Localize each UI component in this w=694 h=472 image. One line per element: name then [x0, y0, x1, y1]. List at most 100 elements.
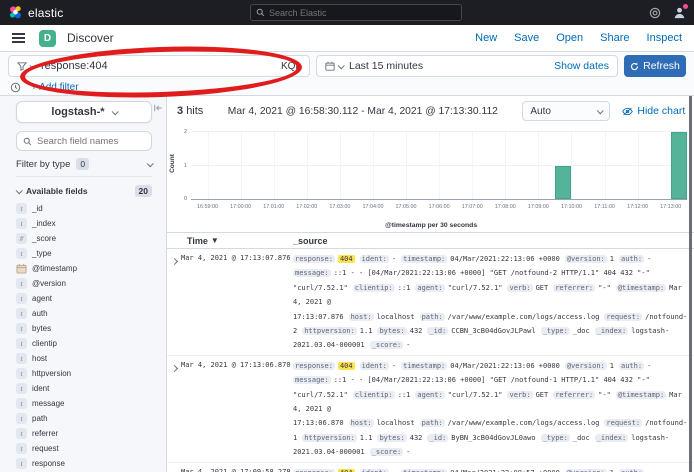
source-field-name: _id:: [427, 434, 448, 442]
field-search-input[interactable]: [37, 136, 145, 147]
source-field-name: referrer:: [553, 391, 595, 399]
filter-by-type[interactable]: Filter by type 0: [16, 158, 152, 177]
field-item-agent[interactable]: tagent: [16, 291, 152, 306]
collapse-sidebar-icon[interactable]: [153, 103, 163, 113]
source-field-value: 1.1: [360, 434, 373, 442]
field-name: _index: [32, 219, 56, 228]
show-dates-link[interactable]: Show dates: [554, 60, 609, 72]
source-column-header: _source: [293, 236, 694, 246]
field-item-referrer[interactable]: treferrer: [16, 426, 152, 441]
field-item-message[interactable]: tmessage: [16, 396, 152, 411]
source-field-name: @version:: [565, 362, 607, 370]
calendar-icon[interactable]: [325, 61, 343, 71]
field-item-id[interactable]: t_id: [16, 201, 152, 216]
time-range-button[interactable]: Last 15 minutes: [349, 60, 423, 72]
field-name: _id: [32, 204, 43, 213]
saved-queries-icon[interactable]: [10, 82, 21, 93]
index-pattern-select[interactable]: logstash-*: [16, 101, 152, 123]
number-field-icon: #: [16, 233, 27, 244]
discover-app-icon[interactable]: D: [39, 30, 56, 47]
help-icon[interactable]: [649, 7, 661, 19]
source-field-name: _score:: [370, 341, 404, 349]
global-search[interactable]: [250, 4, 462, 21]
table-row: Mar 4, 2021 @ 17:13:07.876response:404id…: [167, 249, 694, 356]
available-fields-header[interactable]: Available fields 20: [16, 185, 152, 197]
user-avatar[interactable]: [673, 6, 686, 19]
filter-menu-icon[interactable]: [17, 62, 35, 71]
field-item-type[interactable]: t_type: [16, 246, 152, 261]
histogram-chart[interactable]: Count 012 16:59:0017:00:0017:01:0017:02:…: [167, 126, 694, 232]
x-tick-label: 17:07:00: [462, 204, 483, 210]
string-field-icon: t: [16, 323, 27, 334]
source-field-value: -: [392, 362, 396, 370]
field-item-clientip[interactable]: tclientip: [16, 336, 152, 351]
grid-line: [538, 132, 539, 199]
string-field-icon: t: [16, 218, 27, 229]
field-item-host[interactable]: thost: [16, 351, 152, 366]
hits-count: 3 hits: [177, 105, 203, 117]
scrollbar[interactable]: [689, 96, 692, 472]
field-item-request[interactable]: trequest: [16, 441, 152, 456]
query-language-button[interactable]: KQL: [275, 61, 301, 72]
field-item-response[interactable]: tresponse: [16, 456, 152, 471]
field-search[interactable]: [16, 131, 152, 151]
query-input[interactable]: response:404: [41, 60, 269, 72]
nav-action-new[interactable]: New: [475, 32, 497, 44]
source-field-value: -: [647, 362, 651, 370]
grid-line: [638, 132, 639, 199]
field-item-version[interactable]: t@version: [16, 276, 152, 291]
global-search-input[interactable]: [269, 8, 456, 18]
query-input-group[interactable]: response:404 KQL: [8, 55, 310, 77]
hide-chart-button[interactable]: Hide chart: [622, 105, 685, 117]
time-column-header[interactable]: Time▼: [167, 236, 293, 246]
histogram-bar[interactable]: [671, 132, 688, 199]
menu-icon[interactable]: [12, 33, 25, 43]
string-field-icon: t: [16, 248, 27, 259]
source-field-value: 04/Mar/2021:22:13:06 +0000: [450, 362, 560, 370]
field-item-score[interactable]: #_score: [16, 231, 152, 246]
nav-action-share[interactable]: Share: [600, 32, 629, 44]
chevron-down-icon: [597, 107, 604, 114]
elastic-logo[interactable]: elastic: [0, 5, 63, 20]
field-item-auth[interactable]: tauth: [16, 306, 152, 321]
interval-select[interactable]: Auto: [522, 101, 610, 121]
x-tick-label: 17:03:00: [329, 204, 350, 210]
field-item-ident[interactable]: tident: [16, 381, 152, 396]
field-item-path[interactable]: tpath: [16, 411, 152, 426]
chevron-right-icon: [171, 258, 178, 265]
nav-action-inspect[interactable]: Inspect: [647, 32, 682, 44]
chevron-down-icon: [338, 62, 345, 69]
nav-action-open[interactable]: Open: [556, 32, 583, 44]
field-item-bytes[interactable]: tbytes: [16, 321, 152, 336]
field-name: message: [32, 399, 64, 408]
source-field-value: GET: [536, 391, 549, 399]
source-field-name: request:: [604, 313, 642, 321]
search-icon: [256, 8, 265, 17]
y-tick-label: 2: [184, 129, 187, 135]
string-field-icon: t: [16, 353, 27, 364]
source-field-name: timestamp:: [401, 362, 447, 370]
string-field-icon: t: [16, 413, 27, 424]
field-item-index[interactable]: t _index: [16, 216, 152, 231]
field-name: request: [32, 444, 59, 453]
histogram-bar[interactable]: [555, 166, 572, 200]
field-name: host: [32, 354, 47, 363]
source-field-value: CCBN_3cB04dGovJLPawl: [451, 327, 535, 335]
string-field-icon: t: [16, 338, 27, 349]
field-item-httpversion[interactable]: thttpversion: [16, 366, 152, 381]
field-name: @version: [32, 279, 66, 288]
available-fields-count: 20: [135, 185, 152, 197]
expand-row-icon[interactable]: [167, 466, 181, 472]
nav-action-save[interactable]: Save: [514, 32, 539, 44]
add-filter-button[interactable]: + Add filter: [31, 82, 79, 93]
refresh-button[interactable]: Refresh: [624, 55, 686, 77]
expand-row-icon[interactable]: [167, 252, 181, 353]
x-tick-label: 17:10:00: [561, 204, 582, 210]
source-field-name: ident:: [360, 255, 389, 263]
app-navbar: D Discover NewSaveOpenShareInspect: [0, 25, 694, 52]
x-tick-label: 17:00:00: [230, 204, 251, 210]
field-list: t_idt_index#_scoret_type@timestampt@vers…: [16, 201, 152, 472]
field-item-timestamp[interactable]: @timestamp: [16, 261, 152, 276]
x-tick-label: 17:09:00: [528, 204, 549, 210]
expand-row-icon[interactable]: [167, 359, 181, 460]
